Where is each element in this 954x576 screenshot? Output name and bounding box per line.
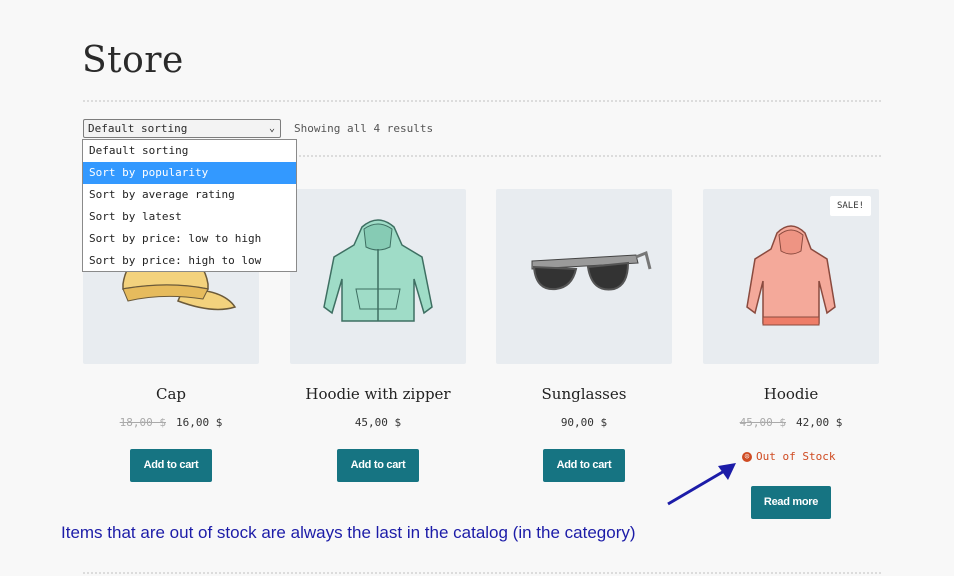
chevron-down-icon: ⌄	[268, 123, 275, 134]
product-name[interactable]: Hoodie with zipper	[290, 385, 466, 403]
divider	[83, 100, 881, 102]
sort-option-rating[interactable]: Sort by average rating	[83, 184, 296, 206]
read-more-button[interactable]: Read more	[751, 486, 831, 519]
sort-option-price-asc[interactable]: Sort by price: low to high	[83, 228, 296, 250]
page-title: Store	[82, 40, 184, 81]
sort-option-latest[interactable]: Sort by latest	[83, 206, 296, 228]
product-price: 90,00 $	[496, 416, 672, 429]
product-price: 45,00 $ 42,00 $	[703, 416, 879, 429]
product-image-sunglasses[interactable]	[496, 189, 672, 364]
divider	[83, 572, 881, 574]
add-to-cart-button[interactable]: Add to cart	[337, 449, 419, 482]
add-to-cart-button[interactable]: Add to cart	[543, 449, 625, 482]
sort-option-default[interactable]: Default sorting	[83, 140, 296, 162]
results-count: Showing all 4 results	[294, 122, 434, 135]
product-image-hoodie-with-zipper[interactable]	[290, 189, 466, 364]
product-price: 18,00 $ 16,00 $	[83, 416, 259, 429]
price-value: 45,00 $	[354, 416, 402, 429]
sorting-select[interactable]: Default sorting ⌄	[83, 119, 281, 138]
product-price: 45,00 $	[290, 416, 466, 429]
sale-badge: SALE!	[830, 196, 871, 216]
sale-price: 16,00 $	[176, 416, 223, 429]
annotation-arrow-icon	[667, 463, 736, 506]
price-value: 90,00 $	[560, 416, 608, 429]
sort-option-popularity[interactable]: Sort by popularity	[83, 162, 296, 184]
sort-option-price-desc[interactable]: Sort by price: high to low	[83, 250, 296, 272]
sale-price: 42,00 $	[796, 416, 843, 429]
sorting-dropdown[interactable]: Default sorting Sort by popularity Sort …	[82, 139, 297, 272]
out-of-stock-status: ☹ Out of Stock	[742, 450, 835, 463]
add-to-cart-button[interactable]: Add to cart	[130, 449, 212, 482]
old-price: 18,00 $	[119, 416, 166, 429]
old-price: 45,00 $	[739, 416, 786, 429]
stock-status-text: Out of Stock	[756, 450, 836, 463]
product-name[interactable]: Sunglasses	[496, 385, 672, 403]
product-name[interactable]: Cap	[83, 385, 259, 403]
sorting-selected-value: Default sorting	[88, 122, 188, 135]
product-name[interactable]: Hoodie	[703, 385, 879, 403]
annotation-note: Items that are out of stock are always t…	[61, 523, 636, 542]
sad-face-icon: ☹	[742, 452, 752, 462]
